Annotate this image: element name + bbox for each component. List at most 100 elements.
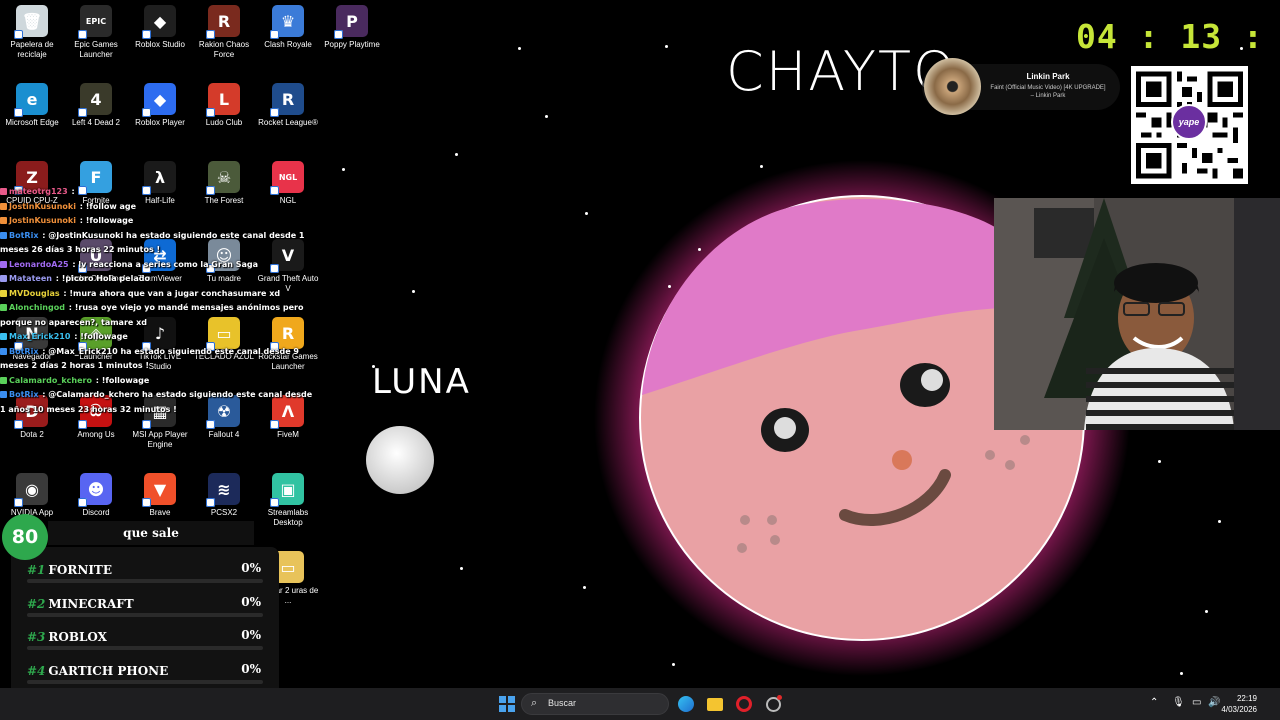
search-placeholder: Buscar bbox=[548, 698, 577, 708]
chat-text: : !mura ahora que van a jugar conchasuma… bbox=[60, 288, 281, 298]
chat-username: BotRix bbox=[9, 230, 39, 240]
desktop-icon[interactable]: ◉ NVIDIA App bbox=[0, 473, 64, 518]
chat-message: Max_Erick210 : !followage bbox=[0, 330, 318, 345]
desktop-icon[interactable]: ▼ Brave bbox=[128, 473, 192, 518]
poll-option-bar bbox=[27, 679, 263, 684]
desktop-icon[interactable]: P Poppy Playtime bbox=[320, 5, 384, 50]
desktop-icon-label: Roblox Player bbox=[135, 118, 185, 127]
desktop-icon[interactable]: ◆ Roblox Player bbox=[128, 83, 192, 128]
opera-icon bbox=[736, 696, 752, 712]
chat-text: : !followage bbox=[71, 332, 128, 341]
chat-message: Matateen : !picoro Hola pelado bbox=[0, 272, 318, 287]
taskbar-opera[interactable] bbox=[732, 692, 756, 716]
yape-logo: yape bbox=[1171, 104, 1207, 140]
desktop-icon-label: Left 4 Dead 2 bbox=[71, 118, 121, 127]
search-icon: ⌕ bbox=[531, 697, 538, 709]
poll-option-bar bbox=[27, 579, 263, 583]
poll-option-rank: #3 bbox=[27, 630, 46, 644]
chat-badge-icon bbox=[0, 333, 7, 340]
desktop-icon-label: FiveM bbox=[277, 430, 299, 439]
tray-chevron-icon[interactable]: ⌃ bbox=[1150, 697, 1158, 708]
desktop-icon[interactable]: R Rakion Chaos Force bbox=[192, 5, 256, 60]
app-icon: e bbox=[14, 83, 48, 117]
desktop-icon-label: Rocket League® bbox=[258, 118, 318, 127]
chat-username: Alonchingod bbox=[9, 303, 65, 312]
app-icon: R bbox=[206, 5, 240, 39]
chat-text: : !followage bbox=[76, 216, 134, 225]
timer-minutes: 13 bbox=[1180, 17, 1223, 56]
poll-countdown: 80 bbox=[2, 514, 48, 560]
desktop-icon[interactable]: 4 Left 4 Dead 2 bbox=[64, 83, 128, 128]
desktop-icon-label: Fallout 4 bbox=[208, 430, 240, 439]
desktop-icon[interactable]: R Rocket League® bbox=[256, 83, 320, 128]
taskbar-file-explorer[interactable] bbox=[703, 692, 727, 716]
desktop-icon[interactable]: 🗑 Papelera de reciclaje bbox=[0, 5, 64, 60]
chat-username: BotRix bbox=[9, 390, 39, 399]
chat-username: JostinKusunoki bbox=[9, 201, 76, 211]
app-icon: L bbox=[206, 83, 240, 117]
poll-option-name: GARTICH PHONE bbox=[48, 663, 169, 678]
chat-badge-icon bbox=[0, 391, 7, 398]
poll-title: que sale bbox=[48, 521, 254, 545]
desktop-icon[interactable]: ☻ Discord bbox=[64, 473, 128, 518]
poll-option: #1 FORNITE 0% bbox=[27, 561, 263, 589]
desktop-icon[interactable]: ▣ Streamlabs Desktop bbox=[256, 473, 320, 528]
volume-icon[interactable]: 🔊 bbox=[1208, 697, 1220, 708]
desktop-icon-label: Roblox Studio bbox=[135, 40, 185, 49]
stream-timer: 04 : 13 : 58 bbox=[1076, 17, 1280, 56]
app-icon: R bbox=[270, 83, 304, 117]
poll-option-bar bbox=[27, 612, 263, 617]
desktop-icon-label: Streamlabs Desktop bbox=[267, 508, 309, 527]
chat-badge-icon bbox=[0, 231, 7, 239]
chat-username: Calamardo_kchero bbox=[9, 375, 92, 385]
chat-badge-icon bbox=[0, 188, 7, 195]
poll-option-rank: #2 bbox=[27, 596, 46, 611]
app-icon: ≋ bbox=[206, 473, 240, 507]
app-icon: ◉ bbox=[14, 473, 48, 507]
desktop-icon-label: Poppy Playtime bbox=[324, 40, 380, 49]
chat-message: BotRix : @JostinKusunoki ha estado sigui… bbox=[0, 229, 318, 258]
desktop-icon[interactable]: ◆ Roblox Studio bbox=[128, 5, 192, 50]
chat-badge-icon bbox=[0, 289, 7, 297]
poll-option: #2 MINECRAFT 0% bbox=[27, 595, 263, 623]
desktop-icon-label: Epic Games Launcher bbox=[74, 40, 118, 59]
desktop-icon-label: PCSX2 bbox=[210, 508, 238, 517]
poll-option-name: FORNITE bbox=[48, 563, 113, 577]
chat-badge-icon bbox=[0, 260, 7, 268]
windows-icon bbox=[499, 696, 515, 712]
taskbar-search[interactable] bbox=[521, 693, 669, 715]
taskbar-app[interactable] bbox=[761, 692, 785, 716]
chat-text: : bbox=[68, 187, 75, 196]
clock-date: 4/03/2026 bbox=[1221, 705, 1257, 714]
webcam-image bbox=[994, 198, 1280, 430]
chat-username: LeonardoA25 bbox=[9, 259, 69, 269]
timer-hours: 04 bbox=[1076, 17, 1118, 56]
chat-username: JostinKusunoki bbox=[9, 216, 76, 225]
poll-option-bar bbox=[27, 646, 263, 650]
chat-text: : !picoro Hola pelado bbox=[52, 274, 150, 283]
desktop-icon[interactable]: EPIC Epic Games Launcher bbox=[64, 5, 128, 60]
desktop-icon-label: Ludo Club bbox=[205, 118, 243, 127]
chat-badge-icon bbox=[0, 217, 7, 224]
chat-badge-icon bbox=[0, 202, 7, 210]
start-button[interactable] bbox=[495, 692, 519, 716]
chat-text: : lv reacciona a series como la Gran Sag… bbox=[69, 259, 258, 269]
chat-message: BotRix : @Max_Erick210 ha estado siguien… bbox=[0, 345, 318, 374]
chat-username: Matateen bbox=[9, 274, 52, 283]
desktop-icon[interactable]: ≋ PCSX2 bbox=[192, 473, 256, 518]
desktop-icon[interactable]: ♛ Clash Royale bbox=[256, 5, 320, 50]
chat-username: MVDouglas bbox=[9, 288, 60, 298]
desktop-icon-label: Microsoft Edge bbox=[5, 118, 59, 127]
app-icon: P bbox=[334, 5, 368, 39]
network-icon[interactable]: ▭ bbox=[1192, 697, 1201, 708]
desktop-icon[interactable]: e Microsoft Edge bbox=[0, 83, 64, 128]
microphone-icon[interactable]: 🎙 bbox=[1172, 697, 1185, 708]
desktop-icon[interactable]: L Ludo Club bbox=[192, 83, 256, 128]
system-clock[interactable]: 22:19 4/03/2026 bbox=[1221, 693, 1257, 715]
chat-badge-icon bbox=[0, 275, 7, 282]
app-icon: 🗑 bbox=[14, 5, 48, 39]
app-icon: ▼ bbox=[142, 473, 176, 507]
chat-message: LeonardoA25 : lv reacciona a series como… bbox=[0, 258, 318, 273]
taskbar-edge[interactable] bbox=[674, 692, 698, 716]
chat-message: JostinKusunoki : !follow age bbox=[0, 200, 318, 215]
